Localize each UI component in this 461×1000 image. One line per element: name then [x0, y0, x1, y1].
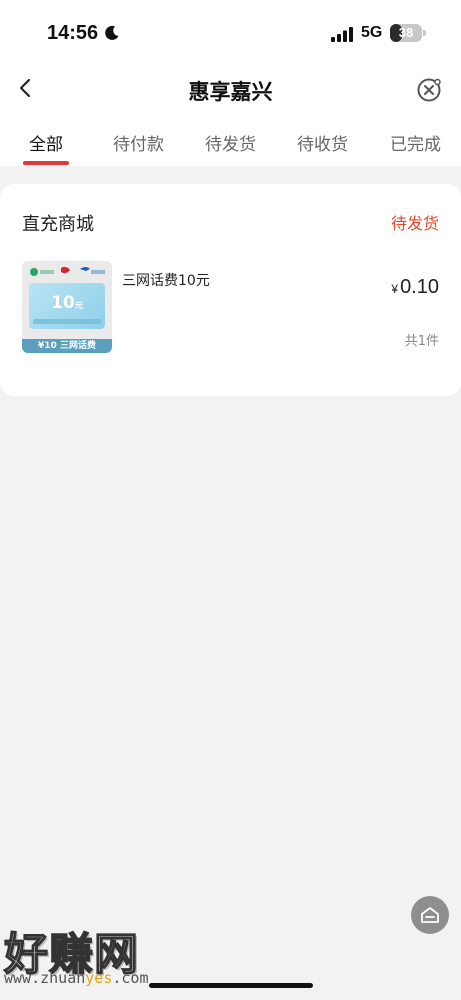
home-indicator[interactable]: [149, 983, 313, 988]
battery-icon: 38: [390, 24, 422, 42]
battery-tip: [423, 30, 426, 36]
currency-symbol: ¥: [391, 282, 399, 296]
carrier-logos-icon: [30, 266, 105, 276]
recharge-card-face: 10元: [29, 283, 105, 329]
status-bar: 14:56 5G 38: [0, 0, 461, 62]
tab-all[interactable]: 全部: [29, 130, 63, 155]
status-time: 14:56: [47, 22, 99, 44]
watermark-url: www.zhuanyes.com: [4, 969, 149, 987]
order-tabs: 全部 待付款 待发货 待收货 已完成: [0, 120, 461, 166]
tab-pending-receipt[interactable]: 待收货: [297, 130, 348, 155]
product-name[interactable]: 三网话费10元: [122, 270, 210, 290]
tab-pending-payment[interactable]: 待付款: [113, 130, 164, 155]
tab-completed[interactable]: 已完成: [390, 130, 441, 155]
page-title: 惠享嘉兴: [188, 80, 273, 104]
home-icon: [421, 907, 439, 923]
price-value: 0.10: [400, 276, 439, 298]
order-status: 待发货: [390, 214, 439, 233]
thumbnail-amount: 10元: [51, 293, 83, 313]
product-thumbnail[interactable]: 10元 ¥10 三网话费: [22, 261, 112, 353]
order-card[interactable]: 直充商城 待发货 10元 ¥10 三网话费 三网话费10元 ¥0.10 共1件: [0, 184, 461, 396]
home-button[interactable]: [411, 896, 449, 934]
battery-level: 38: [398, 25, 414, 40]
shop-name: 直充商城: [22, 214, 94, 235]
nav-bar: 惠享嘉兴: [0, 62, 461, 118]
network-type: 5G: [361, 24, 383, 41]
product-price: ¥0.10: [391, 276, 439, 299]
circle-close-icon[interactable]: [415, 76, 443, 104]
tab-pending-shipment[interactable]: 待发货: [205, 130, 256, 155]
signal-icon: [331, 27, 353, 42]
moon-icon: [105, 25, 119, 40]
top-area: 14:56 5G 38 惠享嘉兴 全部 待付款 待发货 待收货 已完成: [0, 0, 461, 166]
product-quantity: 共1件: [404, 334, 439, 349]
thumbnail-band: ¥10 三网话费: [22, 339, 112, 353]
active-tab-indicator: [23, 161, 69, 165]
thumbnail-fine-print: [33, 319, 101, 324]
watermark: 好赚网 www.zhuanyes.com: [3, 918, 194, 990]
